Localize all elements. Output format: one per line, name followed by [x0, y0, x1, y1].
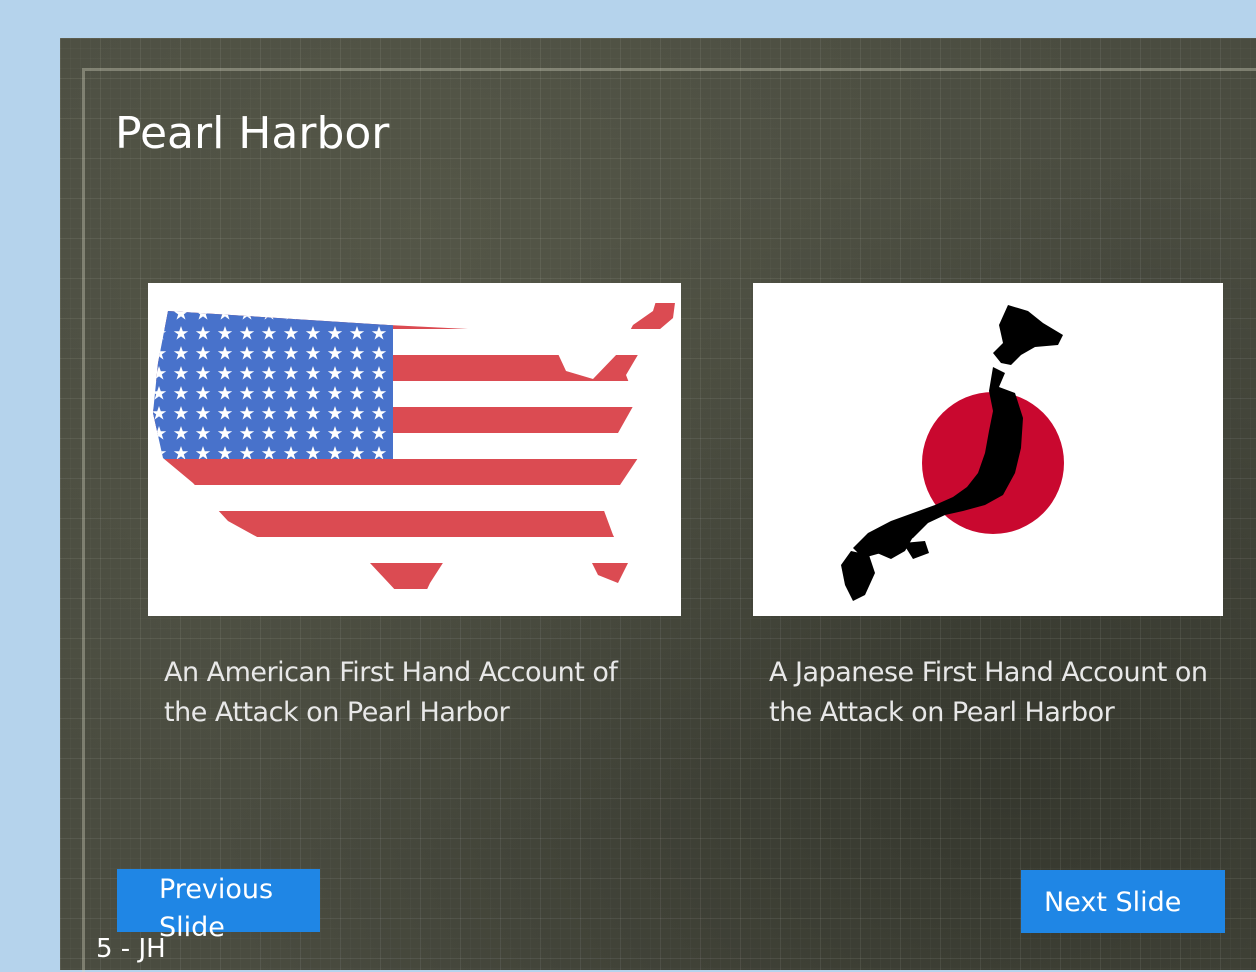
slide: Pearl Harbor An American First Hand Acco… — [60, 38, 1256, 972]
slide-footer: 5 - JH — [96, 934, 166, 964]
previous-slide-button[interactable]: Previous Slide — [117, 869, 320, 943]
next-slide-button[interactable]: Next Slide — [1021, 870, 1225, 933]
slide-title: Pearl Harbor — [115, 108, 390, 159]
previous-slide-label: Previous Slide — [159, 874, 274, 943]
usa-flag-map-icon[interactable] — [148, 283, 681, 616]
next-slide-label: Next Slide — [1044, 887, 1182, 918]
caption-american-account[interactable]: An American First Hand Account of the At… — [164, 653, 634, 733]
caption-japanese-account[interactable]: A Japanese First Hand Account on the Att… — [769, 653, 1239, 733]
japan-flag-map-icon[interactable] — [753, 283, 1223, 616]
